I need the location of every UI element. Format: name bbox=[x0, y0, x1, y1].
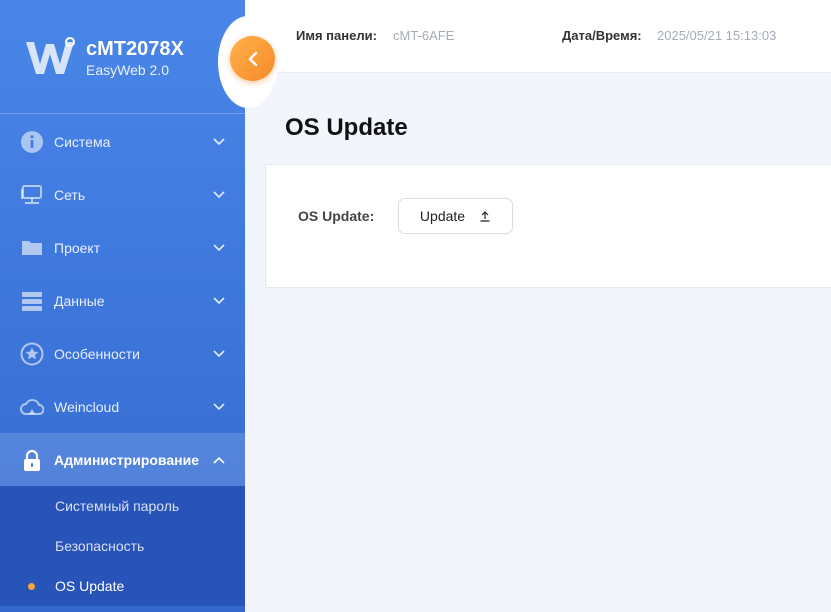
datetime-label: Дата/Время: bbox=[562, 28, 642, 43]
weintek-logo-icon bbox=[26, 37, 75, 74]
sidebar-item-label: Weincloud bbox=[54, 398, 120, 415]
current-indicator-dot bbox=[28, 583, 35, 590]
panel-name-label: Имя панели: bbox=[296, 28, 377, 43]
brand: cMT2078X EasyWeb 2.0 bbox=[0, 0, 245, 114]
chevron-down-icon bbox=[213, 243, 225, 251]
chevron-down-icon bbox=[213, 296, 225, 304]
sidebar-item-label: Администрирование bbox=[54, 451, 199, 468]
device-model: cMT2078X bbox=[86, 38, 184, 60]
submenu-item-os-update[interactable]: OS Update bbox=[0, 566, 245, 606]
sidebar-item-data[interactable]: Данные bbox=[0, 274, 245, 327]
sidebar-item-features[interactable]: Особенности bbox=[0, 327, 245, 380]
administration-submenu: Системный пароль Безопасность OS Update bbox=[0, 486, 245, 606]
sidebar-item-project[interactable]: Проект bbox=[0, 221, 245, 274]
sidebar-item-label: Сеть bbox=[54, 186, 86, 203]
submenu-item-label: OS Update bbox=[55, 578, 125, 594]
sidebar-item-weincloud[interactable]: Weincloud bbox=[0, 380, 245, 433]
os-update-label: OS Update: bbox=[298, 208, 375, 224]
os-update-card: OS Update: Update bbox=[265, 164, 831, 288]
star-icon bbox=[20, 342, 44, 366]
upload-icon bbox=[480, 211, 490, 222]
sidebar-item-label: Проект bbox=[54, 239, 101, 256]
submenu-item-security[interactable]: Безопасность bbox=[0, 526, 245, 566]
submenu-item-system-password[interactable]: Системный пароль bbox=[0, 486, 245, 526]
page-title: OS Update bbox=[285, 114, 408, 141]
database-icon bbox=[20, 289, 44, 313]
datetime-value: 2025/05/21 15:13:03 bbox=[657, 28, 777, 43]
update-button-label: Update bbox=[419, 208, 466, 224]
sidebar-item-administration[interactable]: Администрирование bbox=[0, 433, 245, 486]
collapse-sidebar-button[interactable] bbox=[230, 36, 275, 81]
chevron-down-icon bbox=[213, 349, 225, 357]
sidebar-item-label: Данные bbox=[54, 292, 105, 309]
info-icon bbox=[20, 130, 44, 154]
chevron-left-icon bbox=[248, 51, 257, 66]
sidebar-nav: Система Сеть Проект Данные Особенности W… bbox=[0, 115, 245, 606]
sidebar-item-label: Особенности bbox=[54, 345, 140, 362]
chevron-down-icon bbox=[213, 190, 225, 198]
chevron-down-icon bbox=[213, 137, 225, 145]
sidebar-item-network[interactable]: Сеть bbox=[0, 168, 245, 221]
chevron-down-icon bbox=[213, 402, 225, 410]
sidebar: cMT2078X EasyWeb 2.0 Система Сеть Проект bbox=[0, 0, 245, 612]
sidebar-item-label: Система bbox=[54, 133, 111, 150]
top-header: Имя панели: cMT-6AFE Дата/Время: 2025/05… bbox=[245, 0, 831, 73]
chevron-up-icon bbox=[213, 456, 225, 464]
sidebar-item-system[interactable]: Система bbox=[0, 115, 245, 168]
panel-name-value: cMT-6AFE bbox=[393, 28, 455, 43]
update-upload-button[interactable]: Update bbox=[398, 198, 513, 234]
network-icon bbox=[20, 183, 44, 207]
lock-icon bbox=[20, 448, 44, 472]
folder-icon bbox=[20, 236, 44, 260]
app-version: EasyWeb 2.0 bbox=[86, 62, 170, 78]
cloud-icon bbox=[20, 395, 44, 419]
